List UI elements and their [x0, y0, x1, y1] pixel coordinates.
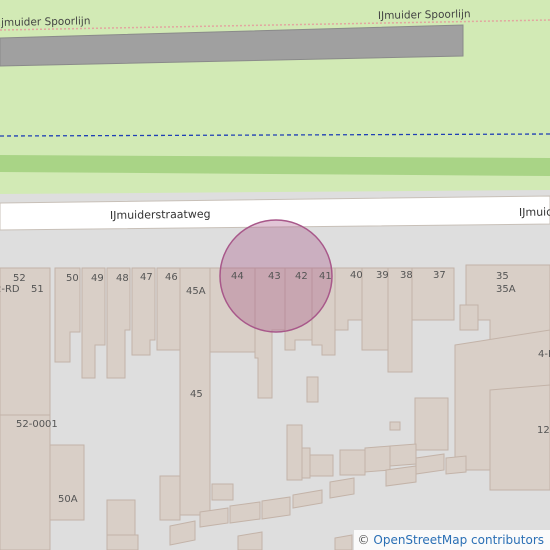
- house-number: 37: [433, 270, 446, 281]
- house-number: 44: [231, 271, 244, 282]
- house-number: 45A: [186, 286, 206, 297]
- building: [334, 534, 353, 550]
- railway-label-right: IJmuider Spoorlijn: [378, 8, 471, 22]
- building: [211, 483, 234, 501]
- map-attribution: © OpenStreetMap contributors: [353, 530, 550, 550]
- building: [0, 414, 51, 550]
- building: [387, 267, 413, 373]
- house-number: 39: [376, 270, 389, 281]
- building: [445, 455, 467, 475]
- building: [339, 449, 366, 476]
- building: [415, 453, 445, 475]
- house-number: 2-RD: [0, 284, 20, 295]
- street-label-right: IJmuide: [519, 205, 550, 219]
- building: [389, 421, 401, 431]
- building: [489, 384, 550, 491]
- building: [389, 443, 417, 467]
- building: [261, 496, 291, 520]
- building: [329, 477, 355, 499]
- house-number: 52: [13, 273, 26, 284]
- railway-label-left: Ijmuider Spoorlijn: [0, 15, 91, 29]
- house-number: 4-R: [538, 349, 550, 360]
- house-number: 41: [319, 271, 332, 282]
- building: [301, 447, 311, 479]
- building: [229, 501, 261, 524]
- house-number: 35: [496, 271, 509, 282]
- map-view[interactable]: Ijmuider Spoorlijn IJmuider Spoorlijn IJ…: [0, 0, 550, 550]
- map-canvas: Ijmuider Spoorlijn IJmuider Spoorlijn IJ…: [0, 0, 550, 550]
- house-number: 38: [400, 270, 413, 281]
- building: [106, 499, 136, 536]
- attribution-link[interactable]: OpenStreetMap contributors: [373, 533, 544, 547]
- building: [385, 465, 417, 487]
- house-number: 40: [350, 270, 363, 281]
- house-number: 48: [116, 273, 129, 284]
- house-number: 50A: [58, 494, 78, 505]
- house-number: 47: [140, 272, 153, 283]
- building: [309, 454, 334, 477]
- house-number: 50: [66, 273, 79, 284]
- house-number: 51: [31, 284, 44, 295]
- building: [459, 304, 479, 331]
- house-number: 35A: [496, 284, 516, 295]
- building: [364, 445, 391, 473]
- building: [286, 424, 303, 481]
- building: [414, 397, 449, 451]
- house-number: 52-0001: [16, 419, 58, 430]
- copyright-symbol: ©: [357, 533, 370, 547]
- house-number: 49: [91, 273, 104, 284]
- house-number: 45: [190, 389, 203, 400]
- building: [106, 534, 139, 550]
- building: [49, 444, 85, 521]
- street-label-main: IJmuiderstraatweg: [110, 208, 211, 222]
- house-number: 12: [537, 425, 550, 436]
- house-number: 42: [295, 271, 308, 282]
- building: [159, 475, 181, 521]
- building: [306, 376, 319, 403]
- house-number: 43: [268, 271, 281, 282]
- house-number: 46: [165, 272, 178, 283]
